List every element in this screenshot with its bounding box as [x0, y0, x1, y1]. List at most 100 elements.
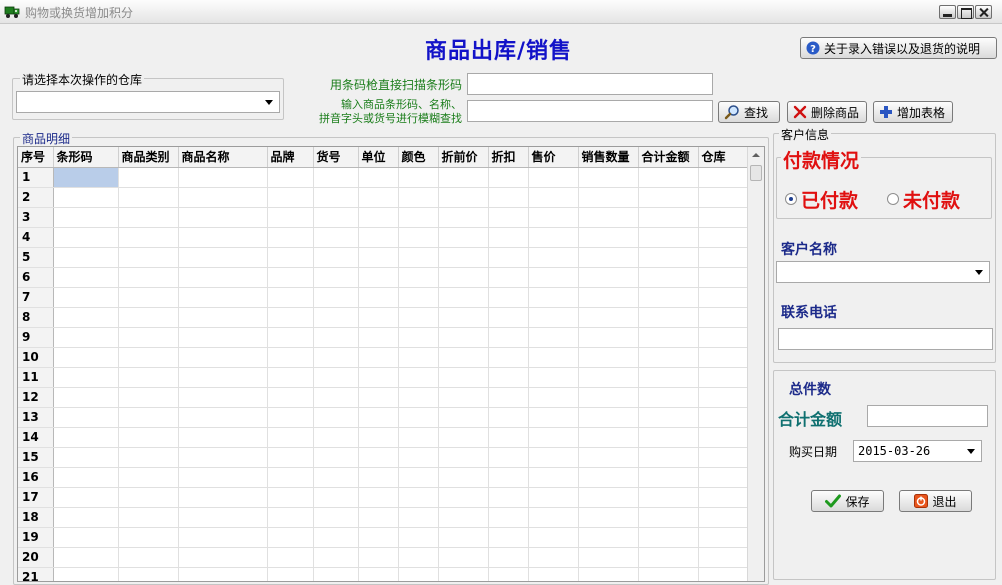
grid-cell[interactable] [638, 207, 699, 228]
grid-cell[interactable] [178, 567, 268, 581]
add-row-button[interactable]: 增加表格 [873, 101, 953, 123]
grid-cell[interactable] [528, 187, 579, 208]
grid-cell[interactable] [53, 227, 119, 248]
grid-cell[interactable] [358, 327, 399, 348]
column-header[interactable]: 合计金额 [638, 147, 699, 168]
grid-cell[interactable] [578, 407, 639, 428]
grid-cell[interactable] [398, 567, 439, 581]
grid-cell[interactable] [398, 227, 439, 248]
table-row[interactable]: 8 [18, 307, 749, 328]
grid-cell[interactable] [698, 527, 749, 548]
grid-cell[interactable] [438, 507, 489, 528]
grid-cell[interactable] [118, 467, 179, 488]
grid-cell[interactable] [178, 187, 268, 208]
grid-cell[interactable] [398, 207, 439, 228]
grid-cell[interactable] [398, 367, 439, 388]
grid-cell[interactable] [398, 447, 439, 468]
grid-cell[interactable] [267, 447, 314, 468]
grid-cell[interactable] [398, 327, 439, 348]
grid-cell[interactable] [638, 447, 699, 468]
grid-cell[interactable] [698, 167, 749, 188]
grid-cell[interactable] [488, 367, 529, 388]
grid-cell[interactable] [358, 387, 399, 408]
grid-cell[interactable] [267, 407, 314, 428]
grid-cell[interactable] [578, 207, 639, 228]
grid-cell[interactable] [313, 427, 359, 448]
grid-cell[interactable] [638, 547, 699, 568]
grid-cell[interactable] [267, 327, 314, 348]
grid-cell[interactable] [267, 227, 314, 248]
grid-cell[interactable] [528, 247, 579, 268]
grid-cell[interactable] [528, 207, 579, 228]
table-row[interactable]: 7 [18, 287, 749, 308]
grid-cell[interactable] [578, 487, 639, 508]
grid-cell[interactable] [267, 347, 314, 368]
grid-cell[interactable] [528, 387, 579, 408]
grid-cell[interactable] [578, 307, 639, 328]
grid-cell[interactable] [398, 547, 439, 568]
grid-cell[interactable] [578, 187, 639, 208]
column-header[interactable]: 商品类别 [118, 147, 179, 168]
grid-cell[interactable] [578, 527, 639, 548]
column-header[interactable]: 序号 [18, 147, 54, 168]
grid-cell[interactable] [698, 307, 749, 328]
paid-label[interactable]: 已付款 [801, 186, 858, 213]
grid-cell[interactable] [438, 267, 489, 288]
grid-cell[interactable] [118, 267, 179, 288]
grid-cell[interactable] [313, 527, 359, 548]
grid-cell[interactable] [118, 307, 179, 328]
grid-cell[interactable] [698, 407, 749, 428]
grid-cell[interactable] [438, 527, 489, 548]
grid-cell[interactable] [698, 427, 749, 448]
grid-cell[interactable] [398, 247, 439, 268]
grid-cell[interactable] [488, 227, 529, 248]
grid-cell[interactable] [528, 347, 579, 368]
grid-cell[interactable] [638, 287, 699, 308]
grid-cell[interactable] [578, 447, 639, 468]
grid-cell[interactable] [638, 387, 699, 408]
grid-cell[interactable] [358, 187, 399, 208]
grid-cell[interactable] [638, 227, 699, 248]
grid-cell[interactable] [178, 407, 268, 428]
table-row[interactable]: 1 [18, 167, 749, 188]
grid-cell[interactable] [358, 247, 399, 268]
table-row[interactable]: 17 [18, 487, 749, 508]
unpaid-radio[interactable] [887, 193, 899, 205]
grid-cell[interactable] [313, 307, 359, 328]
grid-cell[interactable] [578, 167, 639, 188]
grid-cell[interactable] [488, 567, 529, 581]
grid-cell[interactable] [638, 267, 699, 288]
grid-cell[interactable] [398, 267, 439, 288]
grid-cell[interactable] [698, 347, 749, 368]
grid-cell[interactable] [358, 507, 399, 528]
barcode-scan-input[interactable] [467, 73, 713, 95]
grid-cell[interactable] [118, 407, 179, 428]
grid-cell[interactable] [178, 367, 268, 388]
grid-cell[interactable] [267, 307, 314, 328]
grid-cell[interactable] [578, 287, 639, 308]
customer-name-select[interactable] [776, 261, 990, 283]
fuzzy-search-input[interactable] [467, 100, 713, 122]
grid-cell[interactable] [398, 387, 439, 408]
grid-cell[interactable] [178, 207, 268, 228]
grid-cell[interactable] [313, 447, 359, 468]
grid-cell[interactable] [267, 467, 314, 488]
grid-cell[interactable] [358, 447, 399, 468]
grid-cell[interactable] [438, 347, 489, 368]
grid-cell[interactable] [528, 487, 579, 508]
grid-cell[interactable] [528, 527, 579, 548]
grid-cell[interactable] [488, 387, 529, 408]
grid-cell[interactable] [358, 527, 399, 548]
grid-cell[interactable] [178, 347, 268, 368]
scroll-up-icon[interactable] [752, 153, 760, 157]
grid-cell[interactable] [528, 547, 579, 568]
grid-cell[interactable] [178, 467, 268, 488]
table-row[interactable]: 18 [18, 507, 749, 528]
grid-cell[interactable] [178, 327, 268, 348]
grid-cell[interactable] [578, 507, 639, 528]
grid-cell[interactable] [118, 327, 179, 348]
grid-cell[interactable] [638, 407, 699, 428]
grid-cell[interactable] [438, 367, 489, 388]
grid-cell[interactable] [488, 507, 529, 528]
grid-cell[interactable] [698, 547, 749, 568]
